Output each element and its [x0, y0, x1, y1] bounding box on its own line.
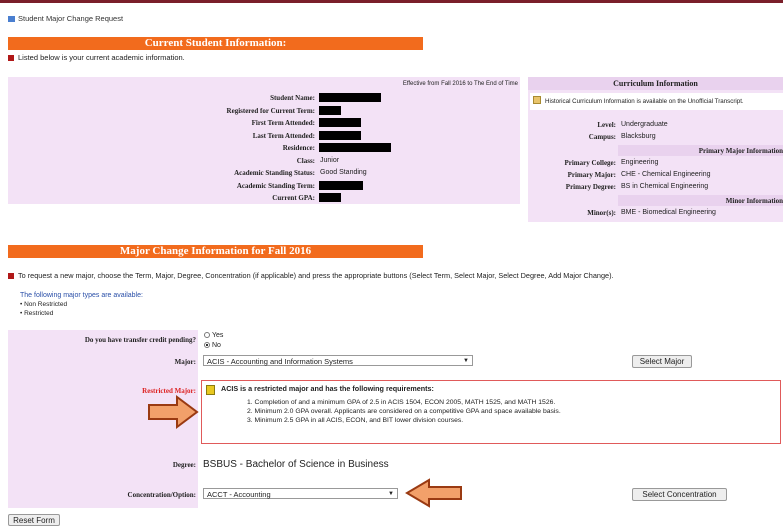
yes-radio[interactable] [204, 332, 210, 339]
level-label: Level: [597, 121, 616, 129]
dropdown-arrow-icon: ▼ [463, 358, 469, 364]
no-label: No [212, 342, 221, 349]
college-label: Primary College: [564, 159, 616, 167]
flag-icon [8, 55, 14, 62]
effective-text: Effective from Fall 2016 to The End of T… [402, 81, 518, 87]
redacted-value [319, 118, 361, 127]
field-label: Last Term Attended: [252, 131, 315, 140]
minors-label: Minor(s): [587, 209, 616, 217]
field-label: Academic Standing Term: [236, 181, 315, 190]
field-label: Class: [296, 156, 315, 165]
restricted-label: Restricted Major: [142, 387, 196, 395]
level-value: Undergraduate [621, 121, 668, 128]
major-select-value: ACIS - Accounting and Information System… [207, 357, 353, 366]
field-label: Academic Standing Status: [234, 169, 315, 177]
current-intro: Listed below is your current academic in… [8, 53, 185, 62]
primary-major-value: CHE - Chemical Engineering [621, 171, 711, 178]
requirement-3: 3. Minimum 2.5 GPA in all ACIS, ECON, an… [247, 417, 464, 424]
transfer-label: Do you have transfer credit pending? [84, 336, 196, 344]
major-select[interactable]: ACIS - Accounting and Information System… [203, 355, 473, 366]
redacted-value [319, 105, 341, 115]
degree-value: BSBUS - Bachelor of Science in Business [203, 459, 389, 470]
field-value: Good Standing [320, 169, 367, 176]
page-icon [8, 16, 15, 23]
concentration-select[interactable]: ACCT - Accounting ▼ [203, 488, 398, 499]
top-border [0, 0, 783, 3]
page-title-text: Student Major Change Request [18, 14, 124, 23]
field-label: Current GPA: [272, 194, 315, 202]
redacted-value [319, 130, 361, 140]
field-value: Junior [320, 156, 340, 164]
change-instructions: To request a new major, choose the Term,… [8, 271, 778, 280]
curriculum-note: Historical Curriculum Information is ava… [545, 98, 744, 105]
primary-major-label: Primary Major: [567, 171, 616, 179]
field-label: Student Name: [270, 94, 315, 102]
transfer-no[interactable]: No [204, 342, 221, 349]
note-icon [206, 385, 215, 395]
requirement-2: 2. Minimum 2.0 GPA overall. Applicants a… [247, 408, 561, 415]
dropdown-arrow-icon: ▼ [388, 491, 394, 497]
field-label: Residence: [282, 144, 315, 152]
no-radio[interactable] [204, 342, 210, 349]
degree-label: Degree: [172, 461, 196, 469]
current-intro-text: Listed below is your current academic in… [18, 53, 185, 62]
primary-degree-label: Primary Degree: [565, 183, 616, 191]
field-label: First Term Attended: [251, 119, 315, 127]
select-concentration-button[interactable]: Select Concentration [632, 488, 727, 501]
arrow-left-icon [405, 478, 462, 508]
primary-header: Primary Major Information [698, 147, 783, 155]
types-title: The following major types are available: [20, 292, 143, 299]
redacted-value [319, 93, 381, 102]
page-title: Student Major Change Request [8, 14, 123, 23]
major-label: Major: [174, 358, 196, 366]
select-major-button[interactable]: Select Major [632, 355, 692, 368]
transfer-yes[interactable]: Yes [204, 332, 223, 339]
arrow-right-icon [148, 395, 199, 429]
restricted-title: ACIS is a restricted major and has the f… [221, 384, 434, 393]
redacted-value [319, 143, 391, 152]
reset-form-button[interactable]: Reset Form [8, 514, 60, 526]
redacted-value [319, 180, 363, 190]
flag-icon [8, 273, 14, 280]
concentration-select-value: ACCT - Accounting [207, 490, 271, 499]
minors-value: BME - Biomedical Engineering [621, 209, 716, 216]
change-instructions-text: To request a new major, choose the Term,… [18, 271, 614, 280]
note-icon [533, 96, 541, 104]
college-value: Engineering [621, 159, 659, 166]
current-info-header: Current Student Information: [8, 37, 423, 50]
type-restricted: • Restricted [20, 310, 54, 317]
campus-value: Blacksburg [621, 133, 656, 140]
type-non-restricted: • Non Restricted [20, 301, 68, 308]
concentration-label: Concentration/Option: [127, 491, 196, 499]
campus-label: Campus: [588, 133, 616, 141]
field-label: Registered for Current Term: [226, 106, 315, 115]
primary-degree-value: BS in Chemical Engineering [621, 183, 709, 190]
yes-label: Yes [212, 332, 224, 339]
minor-header: Minor Information [725, 197, 783, 205]
redacted-value [319, 193, 341, 202]
major-change-header: Major Change Information for Fall 2016 [8, 245, 423, 258]
curriculum-header: Curriculum Information [613, 79, 698, 88]
requirement-1: 1. Completion of and a minimum GPA of 2.… [247, 399, 556, 406]
